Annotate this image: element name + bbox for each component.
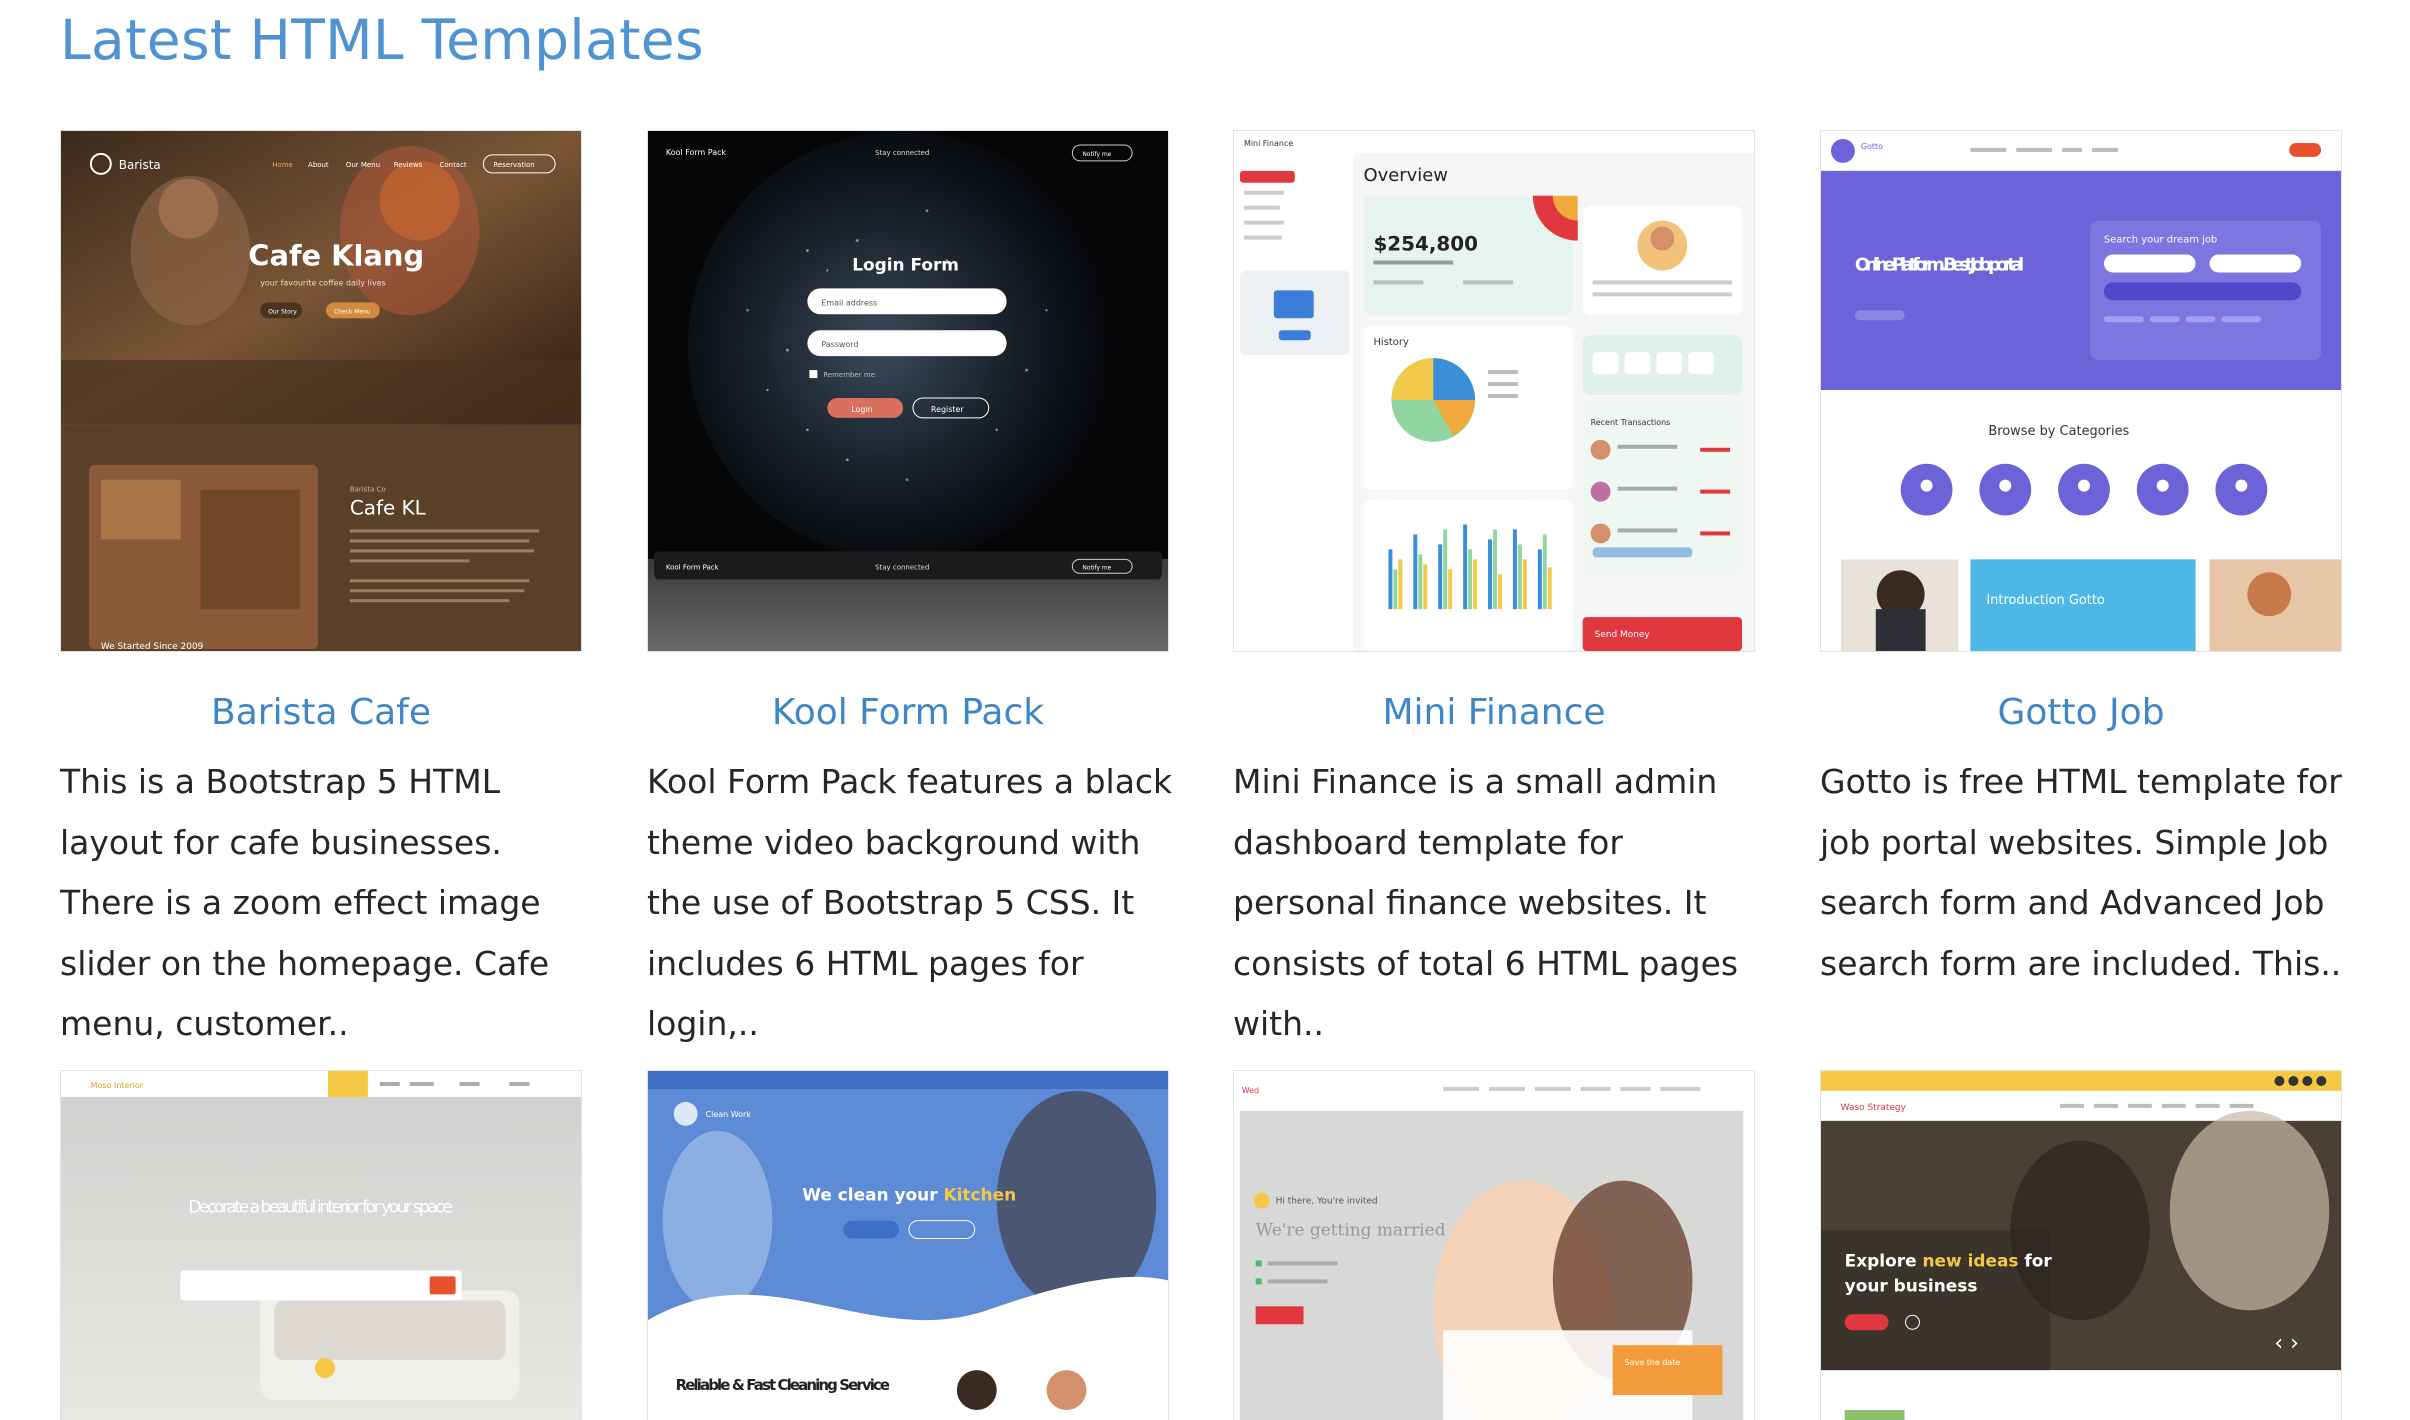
svg-text:Contact: Contact [440,161,467,169]
svg-text:‹ ›: ‹ › [2274,1331,2299,1356]
barista-heading: Cafe Klang [248,238,424,272]
svg-text:Kool Form Pack: Kool Form Pack [666,148,727,157]
card-title-barista-cafe[interactable]: Barista Cafe [60,690,582,736]
template-thumbnail-interior[interactable]: Moso Interior Decorate a beautiful inter… [60,1070,582,1420]
barista-brand: Barista [119,158,161,172]
svg-text:Mini Finance: Mini Finance [1244,139,1293,148]
svg-text:Stay connected: Stay connected [875,149,929,157]
svg-text:Remember me: Remember me [823,371,875,379]
mini-finance-preview: Mini Finance Overview $254,800 History R… [1234,131,1754,651]
finance-balance: $254,800 [1373,233,1478,256]
interior-preview: Moso Interior Decorate a beautiful inter… [61,1071,581,1420]
svg-text:your favourite coffee daily li: your favourite coffee daily lives [260,278,386,287]
svg-text:Reviews: Reviews [394,161,423,169]
card-description-gotto-job: Gotto is free HTML template for job port… [1820,762,2342,983]
kool-form-title: Login Form [852,254,959,274]
card-title-mini-finance[interactable]: Mini Finance [1233,690,1755,736]
svg-text:Password: Password [821,340,858,349]
template-thumbnail-strategy[interactable]: Waso Strategy Explore new ideas for your… [1820,1070,2342,1420]
svg-text:History: History [1373,337,1409,348]
strategy-preview: Waso Strategy Explore new ideas for your… [1821,1071,2341,1420]
cleaning-service-title: Reliable & Fast Cleaning Service [676,1376,890,1394]
svg-text:Login: Login [851,405,872,414]
svg-text:Save the date: Save the date [1625,1358,1681,1367]
finance-overview: Overview [1364,165,1448,186]
svg-text:Home: Home [272,161,293,169]
barista-section-title: Cafe KL [350,497,426,520]
gotto-browse: Browse by Categories [1988,424,2129,439]
template-thumbnail-cleaning[interactable]: Clean Work We clean your Kitchen Reliabl… [647,1070,1169,1420]
svg-text:your business: your business [1845,1275,1978,1295]
card-description-barista-cafe: This is a Bootstrap 5 HTML layout for ca… [60,762,550,1043]
svg-text:Notify me: Notify me [1082,151,1111,158]
card-description-kool-form-pack: Kool Form Pack features a black theme vi… [647,762,1173,1043]
svg-text:Kool Form Pack: Kool Form Pack [666,563,720,571]
svg-text:Reservation: Reservation [493,161,534,169]
page-title: Latest HTML Templates [60,8,704,72]
template-thumbnail-wedding[interactable]: Wed Hi there, You're invited We're getti… [1233,1070,1755,1420]
wedding-hero: We're getting married [1256,1220,1446,1240]
gotto-hero: Online Platform. Best Job portal [1855,254,2024,275]
cleaning-hero: We clean your Kitchen [802,1185,1016,1205]
svg-text:Clean Work: Clean Work [706,1110,752,1119]
svg-text:Our Story: Our Story [268,308,297,315]
svg-text:Our Menu: Our Menu [346,161,380,169]
svg-text:We Started Since 2009: We Started Since 2009 [101,642,204,651]
wedding-preview: Wed Hi there, You're invited We're getti… [1234,1071,1754,1420]
svg-text:Recent Transactions: Recent Transactions [1591,418,1671,427]
svg-text:Send Money: Send Money [1595,630,1651,640]
svg-text:Introduction Gotto: Introduction Gotto [1986,593,2105,608]
svg-text:Check Menu: Check Menu [334,308,371,315]
gotto-job-preview: Gotto Online Platform. Best Job portal S… [1821,131,2341,651]
template-thumbnail-barista-cafe[interactable]: Barista Home About Our Menu Reviews Cont… [60,130,582,652]
svg-text:Register: Register [931,405,964,414]
card-title-gotto-job[interactable]: Gotto Job [1820,690,2342,736]
svg-text:Barista Co: Barista Co [350,486,386,494]
kool-form-pack-preview: Kool Form Pack Stay connected Notify me … [648,131,1168,651]
svg-text:About: About [308,161,329,169]
card-description-mini-finance: Mini Finance is a small admin dashboard … [1233,762,1739,1043]
template-thumbnail-kool-form-pack[interactable]: Kool Form Pack Stay connected Notify me … [647,130,1169,652]
card-title-kool-form-pack[interactable]: Kool Form Pack [647,690,1169,736]
barista-cafe-preview: Barista Home About Our Menu Reviews Cont… [61,131,581,651]
svg-text:Hi there, You're invited: Hi there, You're invited [1276,1197,1378,1207]
svg-text:Notify me: Notify me [1082,564,1111,571]
interior-hero: Decorate a beautiful interior for your s… [188,1197,452,1217]
svg-text:Waso Strategy: Waso Strategy [1841,1103,1907,1113]
svg-text:Search your dream job: Search your dream job [2104,235,2217,246]
svg-text:Wed: Wed [1242,1086,1259,1095]
template-thumbnail-mini-finance[interactable]: Mini Finance Overview $254,800 History R… [1233,130,1755,652]
svg-text:Moso Interior: Moso Interior [91,1081,144,1090]
svg-text:Gotto: Gotto [1861,142,1883,151]
strategy-hero: Explore new ideas for [1845,1250,2053,1270]
template-thumbnail-gotto-job[interactable]: Gotto Online Platform. Best Job portal S… [1820,130,2342,652]
cleaning-preview: Clean Work We clean your Kitchen Reliabl… [648,1071,1168,1420]
svg-text:Email address: Email address [821,298,877,307]
svg-text:Stay connected: Stay connected [875,563,929,571]
